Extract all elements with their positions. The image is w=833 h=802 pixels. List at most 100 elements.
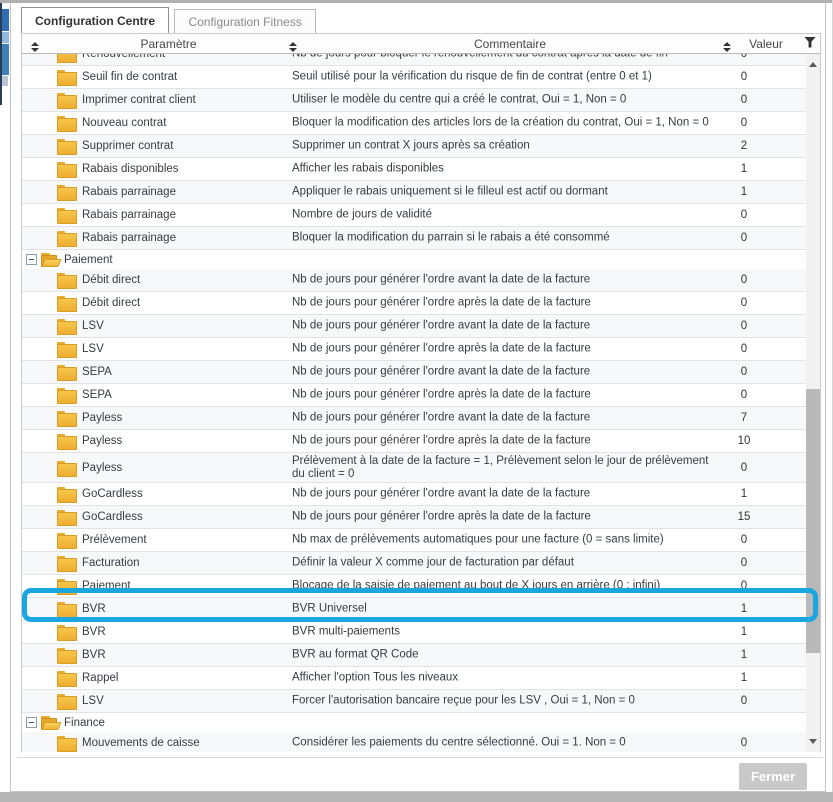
table-row[interactable]: Imprimer contrat client Utiliser le modè… bbox=[22, 89, 806, 112]
comment-label: Bloquer la modification des articles lor… bbox=[292, 117, 718, 130]
table-row[interactable]: Payless Nb de jours pour générer l'ordre… bbox=[22, 430, 806, 453]
table-row[interactable]: Renouvellement Nb de jours pour bloquer … bbox=[22, 54, 806, 66]
sort-icon[interactable] bbox=[31, 42, 39, 52]
table-row[interactable]: LSV Nb de jours pour générer l'ordre apr… bbox=[22, 338, 806, 361]
folder-icon bbox=[57, 231, 75, 245]
table-row[interactable]: Facturation Définir la valeur X comme jo… bbox=[22, 552, 806, 575]
table-row[interactable]: SEPA Nb de jours pour générer l'ordre ap… bbox=[22, 384, 806, 407]
table-row[interactable]: LSV Nb de jours pour générer l'ordre ava… bbox=[22, 315, 806, 338]
param-label: Supprimer contrat bbox=[82, 140, 173, 152]
table-row[interactable]: Payless Prélèvement à la date de la fact… bbox=[22, 453, 806, 483]
table-row[interactable]: Prélèvement Nb max de prélèvements autom… bbox=[22, 529, 806, 552]
comment-label: Nb de jours pour générer l'ordre avant l… bbox=[292, 366, 718, 379]
table-row-bvr-universel[interactable]: BVR BVR Universel 1 bbox=[22, 598, 806, 621]
value-label: 0 bbox=[720, 320, 768, 332]
filter-funnel-icon[interactable] bbox=[804, 37, 816, 48]
table-row[interactable]: Seuil fin de contrat Seuil utilisé pour … bbox=[22, 66, 806, 89]
folder-icon bbox=[57, 461, 75, 475]
tab-configuration-centre[interactable]: Configuration Centre bbox=[21, 7, 169, 35]
tab-configuration-fitness[interactable]: Configuration Fitness bbox=[174, 9, 315, 35]
table-row[interactable]: Débit direct Nb de jours pour générer l'… bbox=[22, 292, 806, 315]
scroll-up-icon[interactable] bbox=[806, 57, 820, 72]
param-label: Payless bbox=[82, 435, 122, 447]
value-label: 1 bbox=[720, 488, 768, 500]
param-label: BVR bbox=[82, 626, 106, 638]
folder-icon bbox=[57, 648, 75, 662]
close-button[interactable]: Fermer bbox=[739, 763, 807, 790]
value-label: 0 bbox=[720, 557, 768, 569]
param-label: Imprimer contrat client bbox=[82, 94, 196, 106]
folder-icon bbox=[57, 273, 75, 287]
table-row[interactable]: Rabais parrainage Nombre de jours de val… bbox=[22, 204, 806, 227]
param-label: Finance bbox=[64, 717, 105, 729]
param-label: Renouvellement bbox=[82, 54, 165, 60]
table-row[interactable]: BVR BVR au format QR Code 1 bbox=[22, 644, 806, 667]
group-row-paiement[interactable]: Paiement bbox=[22, 250, 806, 269]
value-label: 2 bbox=[720, 140, 768, 152]
column-header-commentaire[interactable]: Commentaire bbox=[297, 37, 723, 51]
table-row[interactable]: Rabais parrainage Bloquer la modificatio… bbox=[22, 227, 806, 250]
scroll-down-icon[interactable] bbox=[806, 734, 820, 749]
folder-icon bbox=[57, 185, 75, 199]
value-label: 1 bbox=[720, 163, 768, 175]
param-label: Payless bbox=[82, 412, 122, 424]
table-row[interactable]: Mouvements de caisse Considérer les paie… bbox=[22, 732, 806, 752]
param-label: Rappel bbox=[82, 672, 118, 684]
value-label: 0 bbox=[720, 389, 768, 401]
folder-icon bbox=[57, 579, 75, 593]
folder-icon bbox=[57, 487, 75, 501]
table-rows: Renouvellement Nb de jours pour bloquer … bbox=[22, 54, 806, 752]
scrollbar-thumb[interactable] bbox=[806, 389, 820, 653]
collapse-minus-icon[interactable] bbox=[26, 717, 37, 728]
table-row[interactable]: Paiement Blocage de la saisie de paiemen… bbox=[22, 575, 806, 598]
comment-label: Forcer l'autorisation bancaire reçue pou… bbox=[292, 695, 718, 708]
column-header-parametre[interactable]: Paramètre bbox=[48, 37, 289, 51]
folder-icon bbox=[57, 70, 75, 84]
tab-bar: Configuration Centre Configuration Fitne… bbox=[21, 7, 317, 36]
comment-label: Nb de jours pour générer l'ordre après l… bbox=[292, 435, 718, 448]
value-label: 7 bbox=[720, 412, 768, 424]
sort-icon[interactable] bbox=[723, 42, 731, 52]
value-label: 0 bbox=[720, 366, 768, 378]
comment-label: BVR Universel bbox=[292, 603, 718, 616]
folder-icon bbox=[57, 510, 75, 524]
column-header-valeur[interactable]: Valeur bbox=[731, 37, 801, 51]
value-label: 0 bbox=[720, 117, 768, 129]
folder-icon bbox=[57, 434, 75, 448]
param-label: Rabais parrainage bbox=[82, 186, 176, 198]
table-row[interactable]: GoCardless Nb de jours pour générer l'or… bbox=[22, 483, 806, 506]
param-label: Prélèvement bbox=[82, 534, 147, 546]
param-label: SEPA bbox=[82, 366, 112, 378]
table-row[interactable]: Payless Nb de jours pour générer l'ordre… bbox=[22, 407, 806, 430]
group-row-finance[interactable]: Finance bbox=[22, 713, 806, 732]
table-row[interactable]: Rappel Afficher l'option Tous les niveau… bbox=[22, 667, 806, 690]
value-label: 0 bbox=[720, 343, 768, 355]
folder-icon bbox=[57, 116, 75, 130]
table-row[interactable]: BVR BVR multi-paiements 1 bbox=[22, 621, 806, 644]
table-row[interactable]: SEPA Nb de jours pour générer l'ordre av… bbox=[22, 361, 806, 384]
table-row[interactable]: LSV Forcer l'autorisation bancaire reçue… bbox=[22, 690, 806, 713]
value-label: 0 bbox=[720, 232, 768, 244]
table-row[interactable]: Rabais parrainage Appliquer le rabais un… bbox=[22, 181, 806, 204]
collapse-minus-icon[interactable] bbox=[26, 254, 37, 265]
vertical-scrollbar[interactable] bbox=[806, 54, 820, 752]
comment-label: BVR au format QR Code bbox=[292, 649, 718, 662]
table-row[interactable]: GoCardless Nb de jours pour générer l'or… bbox=[22, 506, 806, 529]
comment-label: Afficher les rabais disponibles bbox=[292, 163, 718, 176]
table-row[interactable]: Nouveau contrat Bloquer la modification … bbox=[22, 112, 806, 135]
param-label: Nouveau contrat bbox=[82, 117, 166, 129]
table-row[interactable]: Débit direct Nb de jours pour générer l'… bbox=[22, 269, 806, 292]
comment-label: Considérer les paiements du centre sélec… bbox=[292, 737, 718, 750]
background-window-fragment bbox=[2, 76, 8, 86]
param-label: Rabais disponibles bbox=[82, 163, 179, 175]
table-row[interactable]: Supprimer contrat Supprimer un contrat X… bbox=[22, 135, 806, 158]
value-label: 0 bbox=[720, 94, 768, 106]
value-label: 0 bbox=[720, 209, 768, 221]
folder-icon bbox=[57, 93, 75, 107]
table-row[interactable]: Rabais disponibles Afficher les rabais d… bbox=[22, 158, 806, 181]
param-label: Rabais parrainage bbox=[82, 232, 176, 244]
comment-label: Définir la valeur X comme jour de factur… bbox=[292, 557, 718, 570]
value-label: 0 bbox=[720, 695, 768, 707]
sort-icon[interactable] bbox=[289, 42, 297, 52]
open-folder-icon bbox=[41, 716, 60, 730]
